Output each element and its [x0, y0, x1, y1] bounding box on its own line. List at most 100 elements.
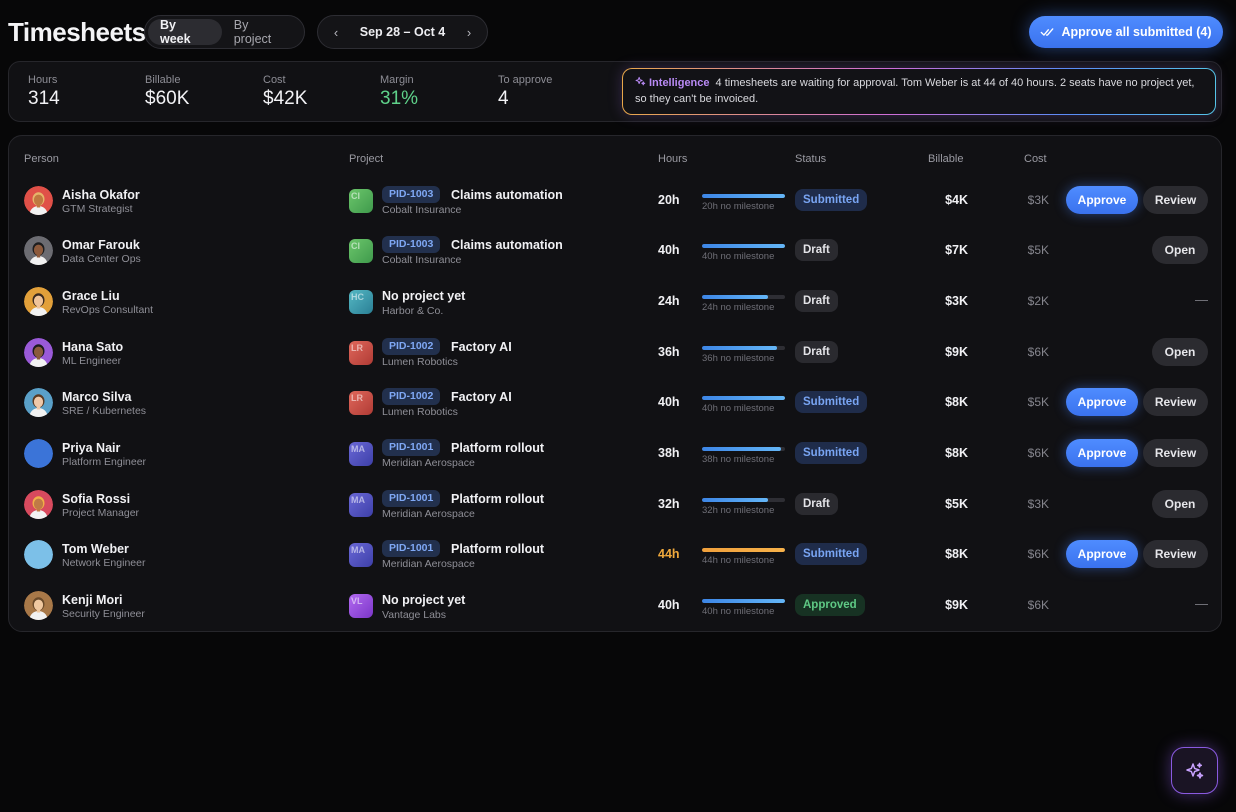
person-name[interactable]: Kenji Mori [62, 593, 122, 607]
milestone-note: 36h no milestone [702, 353, 775, 364]
person-name[interactable]: Grace Liu [62, 289, 120, 303]
person-name[interactable]: Sofia Rossi [62, 492, 130, 506]
person-name[interactable]: Tom Weber [62, 542, 129, 556]
hours-progress-fill [702, 498, 769, 502]
person-name[interactable]: Aisha Okafor [62, 188, 140, 202]
status-badge: Submitted [795, 391, 868, 413]
open-button[interactable]: Open [1152, 236, 1208, 264]
project-name[interactable]: Claims automation [451, 188, 563, 202]
hours-progress-bar [702, 548, 785, 552]
project-id-badge: PID-1001 [382, 490, 441, 507]
hours-value: 44h [658, 547, 680, 561]
tab-by-project[interactable]: By project [222, 18, 301, 46]
project-name[interactable]: No project yet [382, 289, 465, 303]
cost-value: $6K [1027, 547, 1049, 561]
billable-value: $3K [945, 294, 968, 308]
chevron-left-icon[interactable]: ‹ [328, 25, 344, 40]
project-id-badge: PID-1003 [382, 186, 441, 203]
client-logo: LR [349, 391, 373, 415]
column-header-project: Project [349, 153, 384, 165]
review-button[interactable]: Review [1143, 388, 1208, 416]
status-badge: Draft [795, 239, 838, 261]
column-header-billable: Billable [928, 153, 964, 165]
milestone-note: 38h no milestone [702, 454, 775, 465]
approve-button[interactable]: Approve [1066, 186, 1138, 214]
review-button[interactable]: Review [1143, 186, 1208, 214]
client-logo: MA [349, 493, 373, 517]
intelligence-message: 4 timesheets are waiting for approval. T… [635, 77, 1195, 105]
no-action-placeholder: — [1195, 292, 1208, 307]
approve-button[interactable]: Approve [1066, 540, 1138, 568]
person-name[interactable]: Marco Silva [62, 390, 131, 404]
client-logo: VL [349, 594, 373, 618]
person-name[interactable]: Priya Nair [62, 441, 120, 455]
hours-progress-bar [702, 194, 785, 198]
intelligence-banner[interactable]: Intelligence 4 timesheets are waiting for… [622, 68, 1216, 115]
hours-progress-bar [702, 346, 785, 350]
hours-progress-bar [702, 244, 785, 248]
client-name: Vantage Labs [382, 609, 447, 621]
stat-label: Billable [145, 74, 181, 86]
project-name[interactable]: No project yet [382, 593, 465, 607]
stat-hours: Hours 314 [28, 74, 60, 110]
project-name[interactable]: Claims automation [451, 238, 563, 252]
billable-value: $8K [945, 547, 968, 561]
tab-by-week[interactable]: By week [148, 18, 222, 46]
client-name: Harbor & Co. [382, 305, 444, 317]
hours-value: 36h [658, 345, 680, 359]
review-button[interactable]: Review [1143, 540, 1208, 568]
hours-progress-fill [702, 548, 785, 552]
avatar [24, 388, 53, 417]
avatar [24, 540, 53, 569]
open-button[interactable]: Open [1152, 490, 1208, 518]
person-name[interactable]: Hana Sato [62, 340, 123, 354]
review-button[interactable]: Review [1143, 439, 1208, 467]
hours-progress-fill [702, 447, 781, 451]
no-action-placeholder: — [1195, 596, 1208, 611]
table-row: Sofia Rossi Project Manager MA PID-1001 Plat… [9, 479, 1221, 529]
project-name[interactable]: Platform rollout [451, 492, 544, 506]
milestone-note: 20h no milestone [702, 201, 775, 212]
table-row: Priya Nair Platform Engineer MA PID-1001 Pla… [9, 428, 1221, 478]
column-header-person: Person [24, 153, 59, 165]
person-role: GTM Strategist [62, 203, 133, 215]
column-header-hours: Hours [658, 153, 688, 165]
project-name[interactable]: Platform rollout [451, 441, 544, 455]
stat-label: Hours [28, 74, 58, 86]
client-logo: MA [349, 442, 373, 466]
stats-bar: Hours 314 Billable $60K Cost $42K Margin… [8, 61, 1222, 122]
chevron-right-icon[interactable]: › [461, 25, 477, 40]
client-logo: HC [349, 290, 373, 314]
assistant-fab[interactable] [1171, 747, 1218, 794]
week-navigator: ‹ Sep 28 – Oct 4 › [317, 15, 488, 49]
billable-value: $9K [945, 345, 968, 359]
table-row: Tom Weber Network Engineer MA PID-1001 Platf… [9, 529, 1221, 579]
project-id-badge: PID-1001 [382, 540, 441, 557]
project-name[interactable]: Factory AI [451, 340, 512, 354]
milestone-note: 40h no milestone [702, 403, 775, 414]
approve-button[interactable]: Approve [1066, 439, 1138, 467]
person-name[interactable]: Omar Farouk [62, 238, 140, 252]
client-name: Lumen Robotics [382, 356, 458, 368]
hours-progress-bar [702, 396, 785, 400]
cost-value: $6K [1027, 446, 1049, 460]
status-badge: Draft [795, 493, 838, 515]
stat-label: To approve [498, 74, 553, 86]
project-id-badge: PID-1003 [382, 236, 441, 253]
person-role: Project Manager [62, 507, 140, 519]
person-role: Security Engineer [62, 608, 145, 620]
project-name[interactable]: Platform rollout [451, 542, 544, 556]
hours-progress-fill [702, 396, 785, 400]
person-role: Network Engineer [62, 557, 146, 569]
approve-all-button[interactable]: Approve all submitted (4) [1029, 16, 1223, 48]
project-name[interactable]: Factory AI [451, 390, 512, 404]
cost-value: $5K [1027, 395, 1049, 409]
person-role: ML Engineer [62, 355, 122, 367]
view-toggle: By week By project [144, 15, 305, 49]
stat-value: $60K [145, 88, 190, 109]
stat-value: 314 [28, 88, 60, 109]
open-button[interactable]: Open [1152, 338, 1208, 366]
approve-button[interactable]: Approve [1066, 388, 1138, 416]
client-name: Meridian Aerospace [382, 558, 475, 570]
hours-value: 20h [658, 193, 680, 207]
